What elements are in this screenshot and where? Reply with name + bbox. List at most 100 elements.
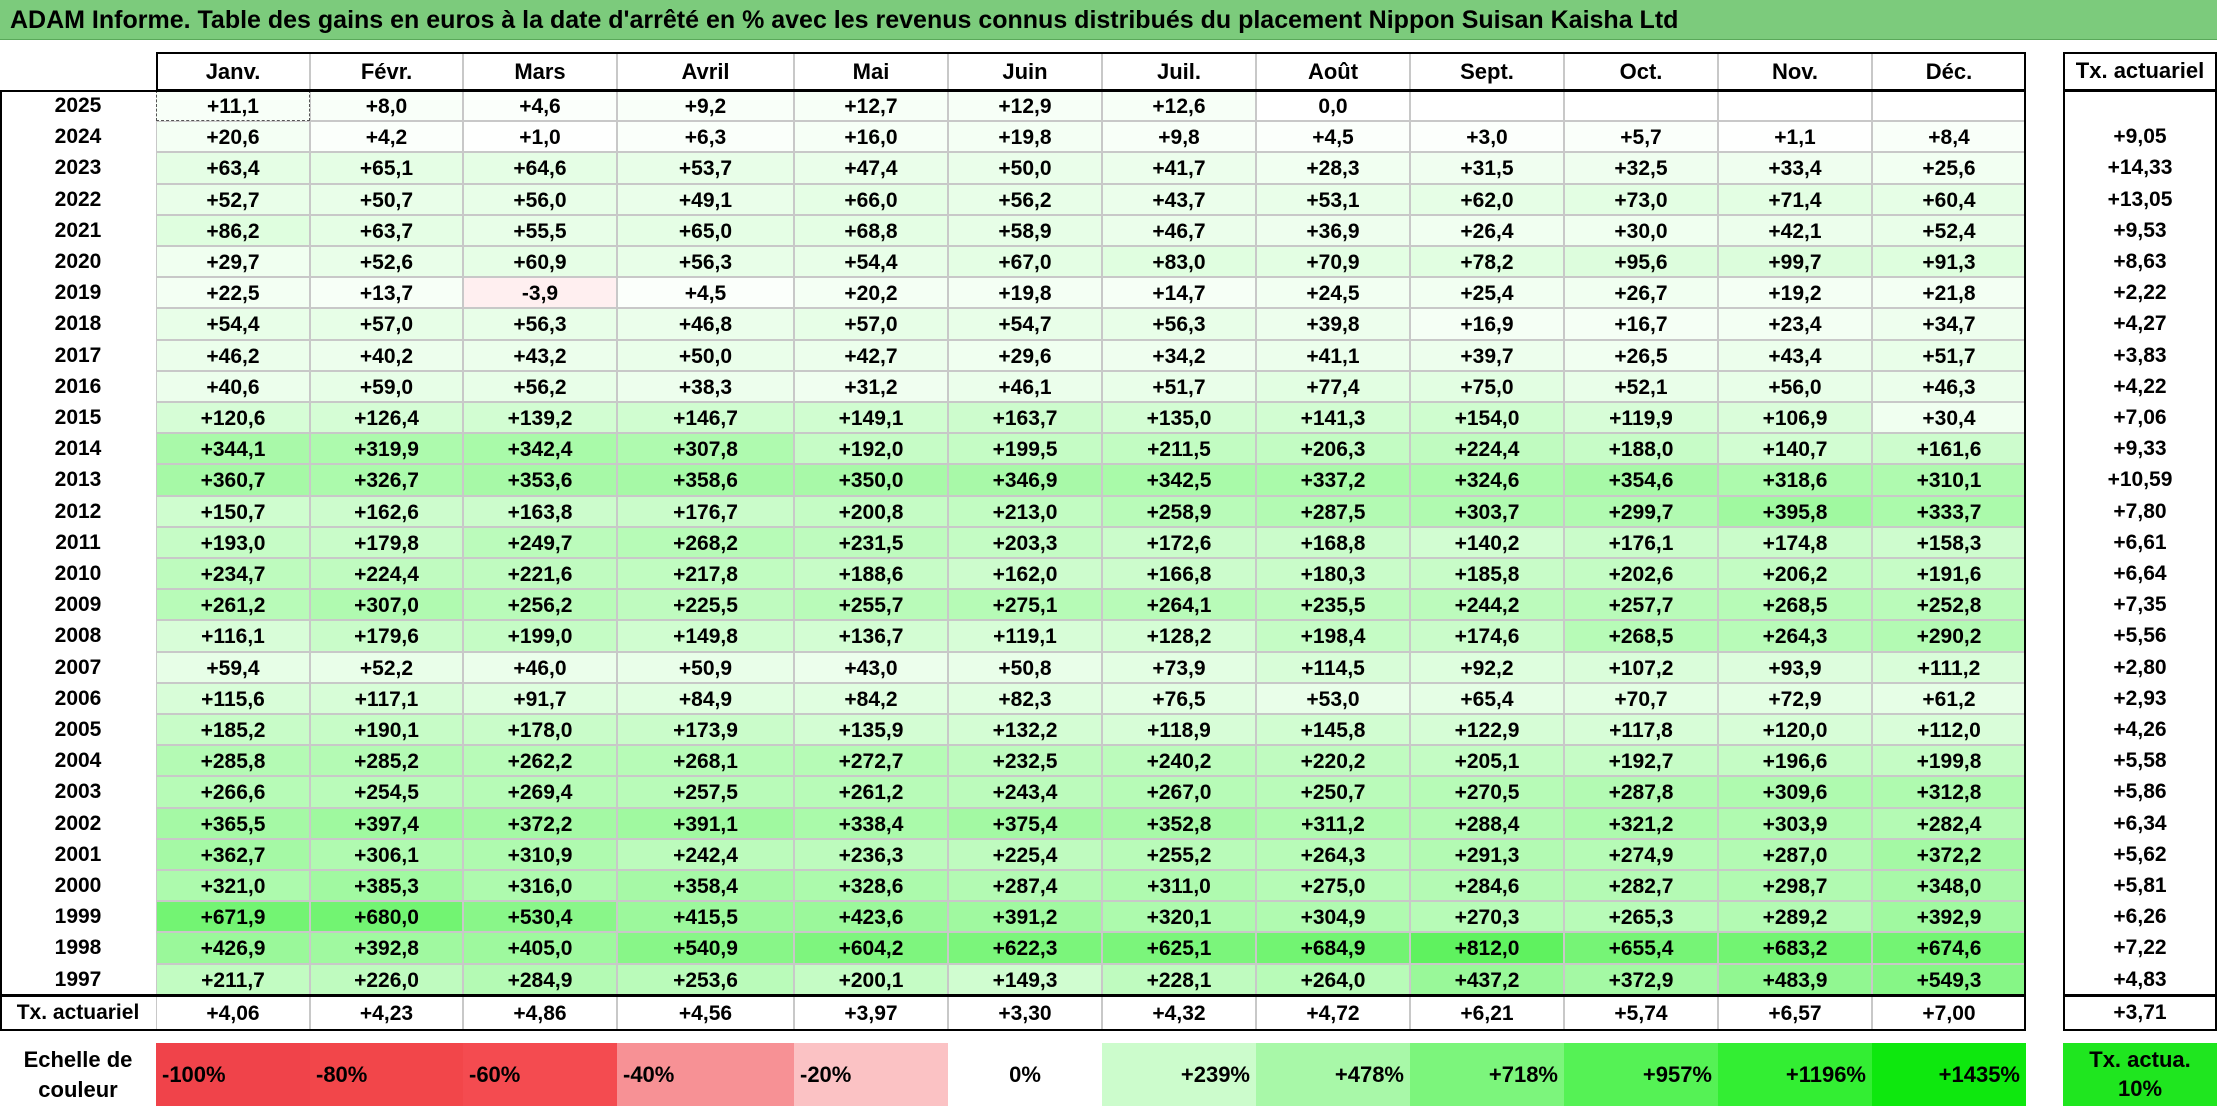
table-cell: +22,5 (156, 277, 310, 309)
table-cell: +392,8 (310, 932, 463, 964)
table-cell: +365,5 (156, 807, 310, 839)
table-cell: +338,4 (794, 807, 948, 839)
footer-cell: +3,30 (948, 994, 1102, 1031)
table-cell: +200,1 (794, 963, 948, 995)
table-cell: +193,0 (156, 526, 310, 558)
table-cell: +117,1 (310, 682, 463, 714)
table-cell: +42,1 (1718, 214, 1872, 246)
footer-cell: +3,97 (794, 994, 948, 1031)
table-cell: +226,0 (310, 963, 463, 995)
month-header: Déc. (1872, 52, 2026, 90)
year-label: 2017 (54, 343, 102, 367)
table-cell: +119,1 (948, 620, 1102, 652)
table-cell: +50,0 (948, 152, 1102, 184)
table-cell: +47,4 (794, 152, 948, 184)
year-label: 2023 (54, 156, 102, 180)
table-cell: +270,3 (1410, 901, 1564, 933)
table-cell: +232,5 (948, 745, 1102, 777)
table-cell: +199,5 (948, 433, 1102, 465)
month-header: Oct. (1564, 52, 1718, 90)
table-cell: +122,9 (1410, 714, 1564, 746)
table-cell: +60,9 (463, 246, 617, 278)
table-cell: +52,7 (156, 183, 310, 215)
table-cell: +52,2 (310, 651, 463, 683)
table-cell: +50,7 (310, 183, 463, 215)
table-cell: +163,7 (948, 402, 1102, 434)
year-label: 2006 (54, 686, 102, 710)
table-cell: +385,3 (310, 870, 463, 902)
year-label: 2013 (54, 468, 102, 492)
scale-swatch: +478% (1256, 1043, 1410, 1106)
table-cell: +4,6 (463, 90, 617, 122)
year-label: 2019 (54, 281, 102, 305)
table-cell: +43,4 (1718, 339, 1872, 371)
table-cell: +285,2 (310, 745, 463, 777)
table-cell: +38,3 (617, 370, 794, 402)
table-cell: +76,5 (1102, 682, 1256, 714)
table-cell: +236,3 (794, 838, 948, 870)
scale-swatch: +239% (1102, 1043, 1256, 1106)
table-cell: +56,3 (617, 246, 794, 278)
scale-swatch: -20% (794, 1043, 948, 1106)
table-cell: +8,4 (1872, 121, 2026, 153)
table-cell: +13,7 (310, 277, 463, 309)
table-cell: +107,2 (1564, 651, 1718, 683)
year-label: 2022 (54, 187, 102, 211)
table-cell: +50,8 (948, 651, 1102, 683)
table-cell: +391,1 (617, 807, 794, 839)
month-header: Juin (948, 52, 1102, 90)
table-cell: +258,9 (1102, 495, 1256, 527)
table-cell: +67,0 (948, 246, 1102, 278)
year-label: 2000 (54, 874, 102, 897)
table-cell: +344,1 (156, 433, 310, 465)
tx-cell: +6,64 (2113, 562, 2167, 585)
table-cell: +140,2 (1410, 526, 1564, 558)
table-cell: +172,6 (1102, 526, 1256, 558)
table-cell: +437,2 (1410, 963, 1564, 995)
table-cell: +21,8 (1872, 277, 2026, 309)
table-cell: +333,7 (1872, 495, 2026, 527)
table-cell: +375,4 (948, 807, 1102, 839)
table-cell: +206,3 (1256, 433, 1410, 465)
table-cell: +275,1 (948, 589, 1102, 621)
table-cell: +11,1 (156, 90, 310, 122)
table-cell: +221,6 (463, 558, 617, 590)
table-cell: +250,7 (1256, 776, 1410, 808)
table-cell (1872, 90, 2026, 122)
table-cell: +149,1 (794, 402, 948, 434)
table-cell: +70,7 (1564, 682, 1718, 714)
table-cell: +625,1 (1102, 932, 1256, 964)
table-cell: +56,0 (1718, 370, 1872, 402)
table-cell: +684,9 (1256, 932, 1410, 964)
scale-swatch: -60% (463, 1043, 617, 1106)
table-cell: +242,4 (617, 838, 794, 870)
table-cell: +114,5 (1256, 651, 1410, 683)
table-cell: +264,0 (1256, 963, 1410, 995)
table-cell: +310,1 (1872, 464, 2026, 496)
table-cell: +312,8 (1872, 776, 2026, 808)
table-cell: +116,1 (156, 620, 310, 652)
table-cell: +176,7 (617, 495, 794, 527)
table-cell: +321,0 (156, 870, 310, 902)
table-cell: +262,2 (463, 745, 617, 777)
table-cell: +217,8 (617, 558, 794, 590)
table-cell: +307,8 (617, 433, 794, 465)
table-cell: +112,0 (1872, 714, 2026, 746)
table-cell: +270,5 (1410, 776, 1564, 808)
table-cell: +426,9 (156, 932, 310, 964)
scale-swatch: +957% (1564, 1043, 1718, 1106)
table-cell: +287,0 (1718, 838, 1872, 870)
table-cell: +56,2 (463, 370, 617, 402)
tx-cell: +5,81 (2113, 874, 2167, 897)
table-cell: +150,7 (156, 495, 310, 527)
table-cell: +362,7 (156, 838, 310, 870)
scale-swatch: -40% (617, 1043, 794, 1106)
table-cell: +135,9 (794, 714, 948, 746)
table-cell: +73,0 (1564, 183, 1718, 215)
table-cell: +282,4 (1872, 807, 2026, 839)
table-cell: +358,6 (617, 464, 794, 496)
year-label: 2012 (54, 499, 102, 523)
year-label: 2005 (54, 718, 102, 741)
table-cell: +234,7 (156, 558, 310, 590)
table-cell: +54,4 (794, 246, 948, 278)
